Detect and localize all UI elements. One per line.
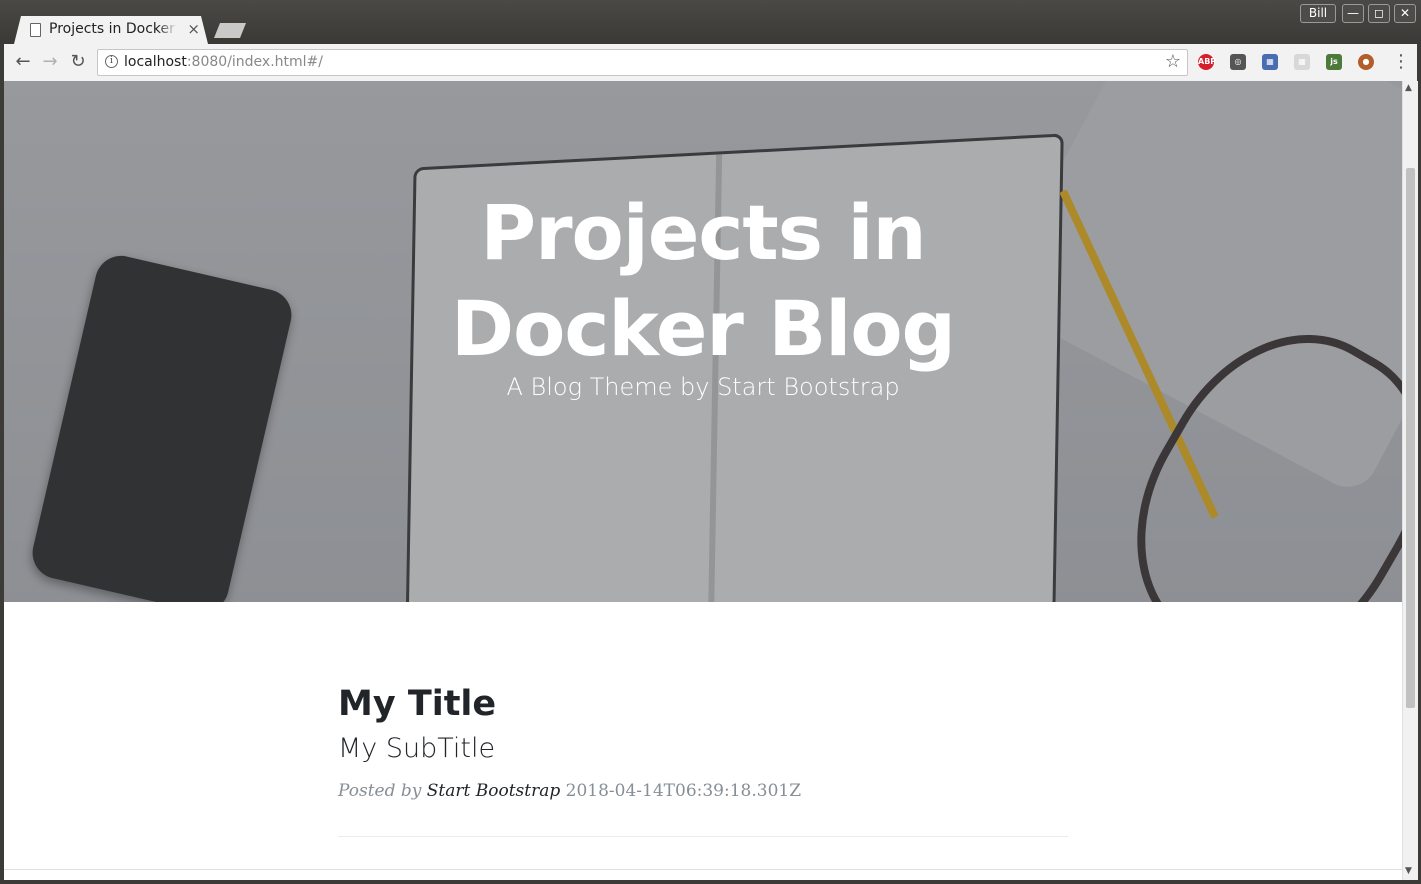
page-viewport: Projects in Docker Blog A Blog Theme by …: [4, 81, 1402, 880]
page-icon: [30, 23, 41, 37]
post-meta: Posted by Start Bootstrap 2018-04-14T06:…: [338, 781, 1068, 801]
scroll-down-icon[interactable]: ▼: [1405, 866, 1412, 876]
post-author-link[interactable]: Start Bootstrap: [427, 781, 560, 801]
tampermonkey-icon[interactable]: ●: [1358, 54, 1374, 70]
profile-button[interactable]: Bill: [1300, 4, 1336, 23]
address-bar[interactable]: i localhost:8080/index.html#/ ☆: [97, 49, 1188, 76]
browser-tab[interactable]: Projects in Docker Blog ×: [14, 16, 208, 44]
colorzilla-icon[interactable]: ▦: [1262, 54, 1278, 70]
window-title-bar: Projects in Docker Blog × Bill — ◻ ✕: [0, 0, 1421, 44]
post-date: 2018-04-14T06:39:18.301Z: [565, 781, 802, 801]
new-tab-button[interactable]: [214, 23, 246, 38]
site-subheading: A Blog Theme by Start Bootstrap: [506, 373, 900, 401]
site-info-icon[interactable]: i: [105, 55, 118, 68]
site-title-line1: Projects in: [480, 188, 926, 277]
posted-by-label: Posted by: [338, 781, 422, 801]
browser-toolbar: ← → ↻ i localhost:8080/index.html#/ ☆ AB…: [4, 44, 1417, 82]
tab-title: Projects in Docker Blog: [49, 21, 175, 37]
scrollbar-thumb[interactable]: [1406, 168, 1415, 708]
browser-menu-icon[interactable]: ⋮: [1392, 51, 1410, 73]
maximize-button[interactable]: ◻: [1368, 4, 1390, 23]
url-path: :8080/index.html#/: [186, 54, 323, 70]
pocket-icon[interactable]: ◎: [1230, 54, 1246, 70]
window-bottom-border: [0, 880, 1421, 884]
close-window-button[interactable]: ✕: [1394, 4, 1416, 23]
bookmark-star-icon[interactable]: ☆: [1165, 51, 1181, 72]
adblock-plus-icon[interactable]: ABP: [1198, 54, 1216, 70]
post-preview[interactable]: My Title My SubTitle Posted by Start Boo…: [338, 681, 1068, 818]
back-arrow-icon[interactable]: ←: [12, 51, 34, 73]
reload-icon[interactable]: ↻: [67, 51, 89, 73]
site-title: Projects in Docker Blog: [4, 185, 1402, 377]
scroll-up-icon[interactable]: ▲: [1405, 83, 1412, 93]
post-subtitle[interactable]: My SubTitle: [338, 729, 1068, 769]
extension-grid-icon[interactable]: ▦: [1294, 54, 1310, 70]
post-divider: [338, 836, 1068, 837]
page-scrollbar[interactable]: ▲ ▼: [1402, 81, 1418, 880]
site-title-line2: Docker Blog: [451, 284, 956, 373]
tab-close-icon[interactable]: ×: [187, 20, 200, 38]
forward-arrow-icon[interactable]: →: [39, 51, 61, 73]
post-title[interactable]: My Title: [338, 681, 1068, 727]
url-host: localhost: [124, 54, 187, 70]
content-divider: [4, 869, 1402, 870]
minimize-button[interactable]: —: [1342, 4, 1364, 23]
js-toggle-icon[interactable]: js: [1326, 54, 1342, 70]
hero-header: Projects in Docker Blog A Blog Theme by …: [4, 81, 1402, 602]
url-text[interactable]: localhost:8080/index.html#/: [124, 54, 323, 70]
